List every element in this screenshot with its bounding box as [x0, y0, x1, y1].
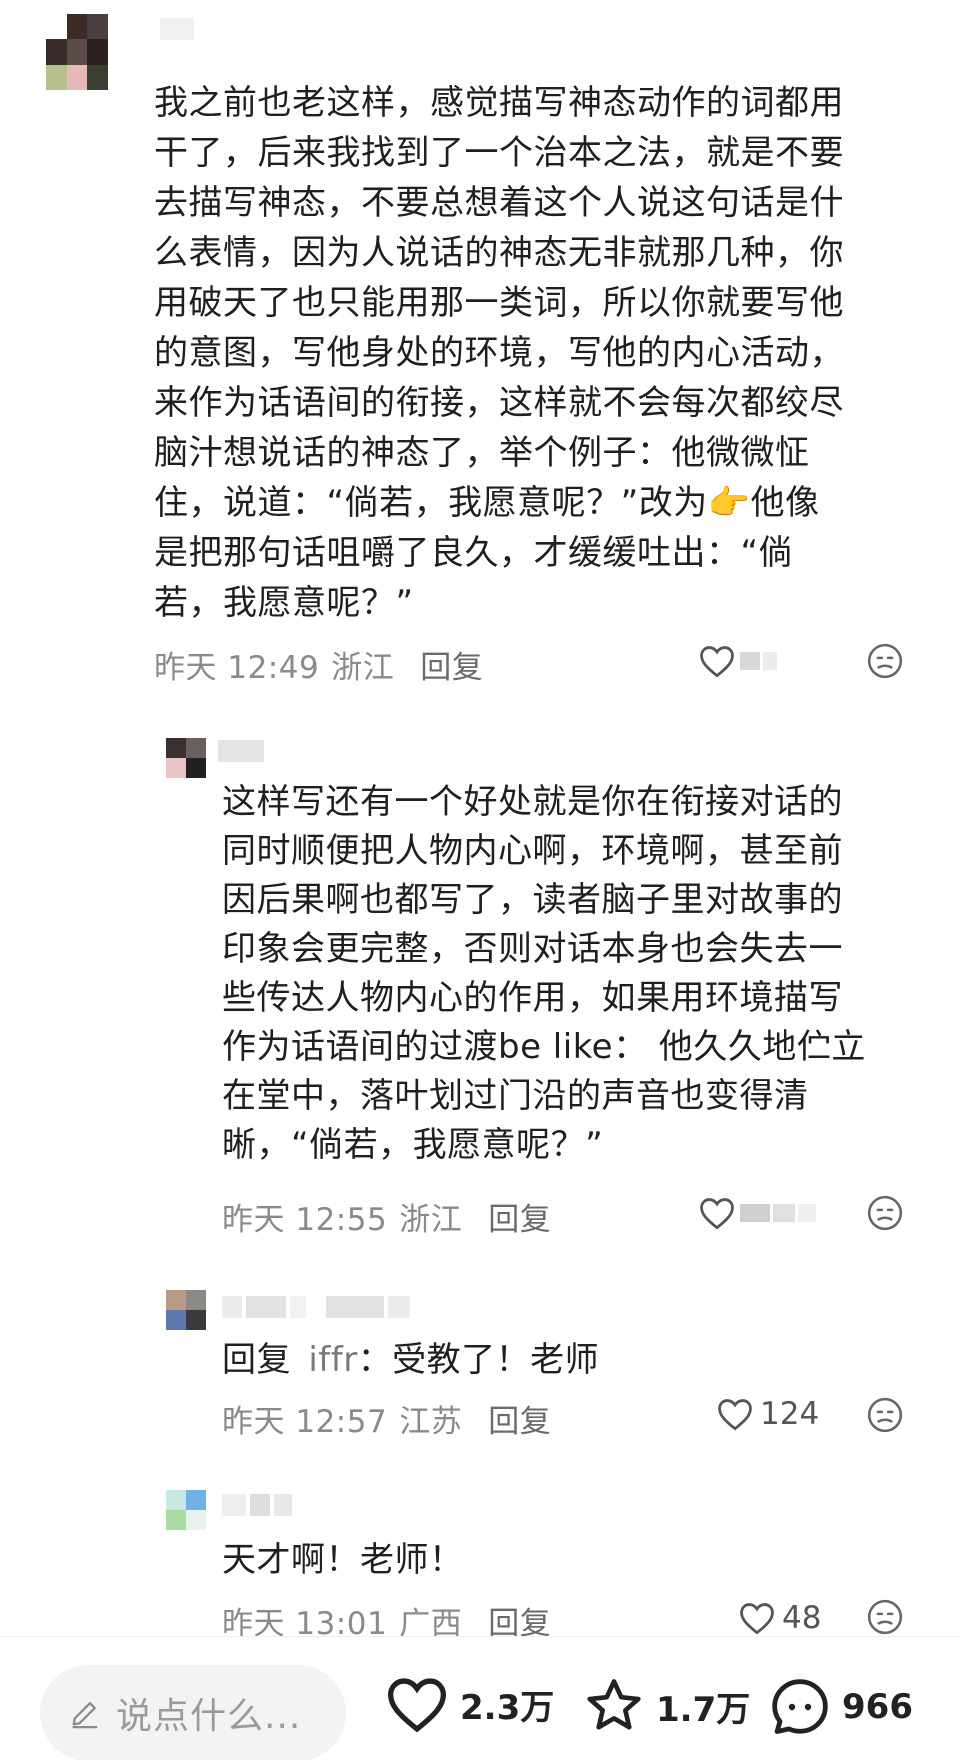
comment-body: ：受教了！老师	[357, 1340, 600, 1380]
heart-outline-icon	[740, 1603, 774, 1635]
comment-line: 去描写神态，不要总想着这个人说这句话是什	[154, 183, 844, 223]
chat-bubble-icon	[772, 1679, 828, 1734]
pointing-right-emoji-icon: 👉	[707, 483, 751, 523]
comment-line: 的意图，写他身处的环境，写他的内心活动，	[154, 333, 844, 373]
comment-line: 在堂中，落叶划过门沿的声音也变得清	[222, 1076, 809, 1116]
reply-button[interactable]: 回复	[488, 1396, 551, 1441]
comment-text: 回复 iffr：受教了！老师	[222, 1336, 599, 1384]
frown-face-icon[interactable]	[866, 1396, 904, 1434]
comment-line: 晰，“倘若，我愿意呢？”	[222, 1125, 604, 1165]
username-blurred[interactable]	[222, 1494, 292, 1516]
comments-button[interactable]: 966	[768, 1675, 913, 1739]
comment-line: 因后果啊也都写了，读者脑子里对故事的	[222, 880, 843, 920]
like-count: 124	[760, 1396, 820, 1432]
like-post-button[interactable]: 2.3万	[384, 1675, 554, 1733]
like-button[interactable]	[698, 1196, 816, 1230]
comment-line-part: 他像	[750, 483, 820, 523]
star-outline-icon	[587, 1679, 641, 1730]
frown-face-icon[interactable]	[866, 642, 904, 680]
comment-line: 这样写还有一个好处就是你在衔接对话的	[222, 782, 843, 822]
comment-line: 是把那句话咀嚼了良久，才缓缓吐出：“倘	[154, 533, 794, 573]
like-button[interactable]	[698, 644, 777, 678]
comment-line: 么表情，因为人说话的神态无非就那几种，你	[154, 233, 844, 273]
comment-line: 些传达人物内心的作用，如果用环境描写	[222, 978, 843, 1018]
avatar[interactable]	[166, 738, 206, 778]
comment-meta: 昨天 12:57 江苏 回复	[222, 1396, 551, 1441]
comment-meta: 昨天 12:49 浙江 回复	[154, 642, 483, 687]
comment-location: 浙江	[399, 1202, 463, 1238]
post-like-count: 2.3万	[460, 1687, 555, 1728]
comment-line: 印象会更完整，否则对话本身也会失去一	[222, 929, 843, 969]
comment-meta: 昨天 12:55 浙江 回复	[222, 1194, 551, 1239]
username-blurred[interactable]	[218, 740, 264, 762]
mention-link[interactable]: iffr	[308, 1340, 357, 1380]
frown-face-icon[interactable]	[866, 1598, 904, 1636]
comment-line: 我之前也老这样，感觉描写神态动作的词都用	[154, 83, 844, 123]
username-blurred[interactable]	[222, 1296, 410, 1318]
comment-text: 天才啊！老师！	[222, 1540, 464, 1580]
comment-location: 江苏	[399, 1404, 463, 1440]
comment-input[interactable]: 说点什么...	[40, 1665, 346, 1760]
comment-time: 昨天 12:55	[222, 1202, 388, 1238]
comment-line: 若，我愿意呢？”	[154, 583, 414, 623]
favorite-count: 1.7万	[656, 1689, 751, 1730]
like-button[interactable]: 124	[716, 1396, 819, 1432]
comment-line: 来作为话语间的衔接，这样就不会每次都绞尽	[154, 383, 844, 423]
comment-line: 用破天了也只能用那一类词，所以你就要写他	[154, 283, 844, 323]
comment-location: 浙江	[331, 650, 395, 686]
reply-prefix: 回复	[222, 1340, 291, 1380]
comment-line: 作为话语间的过渡be like： 他久久地伫立	[222, 1027, 866, 1067]
heart-outline-icon	[718, 1399, 752, 1431]
avatar[interactable]	[46, 14, 108, 90]
heart-outline-icon	[700, 1198, 734, 1230]
heart-outline-icon	[387, 1678, 447, 1733]
bottom-action-bar: 说点什么... 2.3万 1.7万 966	[0, 1636, 960, 1760]
like-count-blurred	[740, 1204, 816, 1222]
avatar[interactable]	[166, 1490, 206, 1530]
favorite-button[interactable]: 1.7万	[582, 1675, 750, 1737]
comment-line: 同时顺便把人物内心啊，环境啊，甚至前	[222, 831, 843, 871]
comment-line: 住，说道：“倘若，我愿意呢？”改为👉他像	[154, 478, 914, 528]
like-count: 48	[782, 1600, 822, 1636]
comment-text: 我之前也老这样，感觉描写神态动作的词都用 干了，后来我找到了一个治本之法，就是不…	[154, 78, 914, 628]
comment-time: 昨天 12:49	[154, 650, 320, 686]
frown-face-icon[interactable]	[866, 1194, 904, 1232]
comment-text: 这样写还有一个好处就是你在衔接对话的 同时顺便把人物内心啊，环境啊，甚至前 因后…	[222, 778, 912, 1170]
like-count-blurred	[740, 652, 777, 670]
comment-line: 脑汁想说话的神态了，举个例子：他微微怔	[154, 433, 810, 473]
reply-button[interactable]: 回复	[420, 642, 483, 687]
username-blurred[interactable]	[160, 18, 194, 40]
heart-outline-icon	[700, 646, 734, 678]
reply-button[interactable]: 回复	[488, 1194, 551, 1239]
input-placeholder: 说点什么...	[116, 1696, 302, 1737]
pencil-icon	[72, 1702, 98, 1729]
comment-line-part: 住，说道：“倘若，我愿意呢？”改为	[154, 483, 708, 523]
comment-time: 昨天 12:57	[222, 1404, 388, 1440]
comment-count: 966	[842, 1687, 913, 1727]
comment-line: 干了，后来我找到了一个治本之法，就是不要	[154, 133, 844, 173]
avatar[interactable]	[166, 1290, 206, 1330]
like-button[interactable]: 48	[738, 1600, 821, 1636]
